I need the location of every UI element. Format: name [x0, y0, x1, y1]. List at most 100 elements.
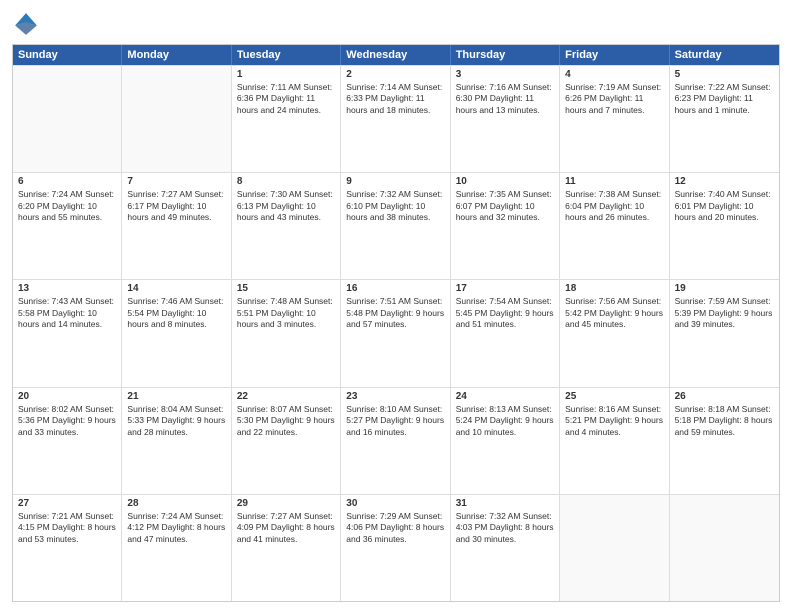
day-number: 9: [346, 176, 444, 187]
day-cell-14: 14 Sunrise: 7:46 AM Sunset: 5:54 PM Dayli…: [122, 280, 231, 386]
calendar-header: SundayMondayTuesdayWednesdayThursdayFrid…: [13, 45, 779, 65]
day-number: 10: [456, 176, 554, 187]
day-cell-6: 6 Sunrise: 7:24 AM Sunset: 6:20 PM Daylig…: [13, 173, 122, 279]
day-number: 3: [456, 69, 554, 80]
day-number: 15: [237, 283, 335, 294]
header-day-wednesday: Wednesday: [341, 45, 450, 65]
cell-info: Sunrise: 7:48 AM Sunset: 5:51 PM Dayligh…: [237, 296, 335, 330]
header-day-friday: Friday: [560, 45, 669, 65]
day-cell-16: 16 Sunrise: 7:51 AM Sunset: 5:48 PM Dayli…: [341, 280, 450, 386]
day-number: 6: [18, 176, 116, 187]
day-cell-25: 25 Sunrise: 8:16 AM Sunset: 5:21 PM Dayli…: [560, 388, 669, 494]
day-cell-8: 8 Sunrise: 7:30 AM Sunset: 6:13 PM Daylig…: [232, 173, 341, 279]
day-number: 28: [127, 498, 225, 509]
header-day-saturday: Saturday: [670, 45, 779, 65]
day-number: 17: [456, 283, 554, 294]
day-cell-31: 31 Sunrise: 7:32 AM Sunset: 4:03 PM Dayli…: [451, 495, 560, 601]
header: [12, 10, 780, 38]
day-cell-24: 24 Sunrise: 8:13 AM Sunset: 5:24 PM Dayli…: [451, 388, 560, 494]
cell-info: Sunrise: 7:27 AM Sunset: 4:09 PM Dayligh…: [237, 511, 335, 545]
week-row-3: 20 Sunrise: 8:02 AM Sunset: 5:36 PM Dayli…: [13, 387, 779, 494]
day-cell-2: 2Sunrise: 7:14 AM Sunset: 6:33 PM Daylig…: [341, 66, 450, 172]
day-cell-18: 18 Sunrise: 7:56 AM Sunset: 5:42 PM Dayli…: [560, 280, 669, 386]
cell-info: Sunrise: 7:19 AM Sunset: 6:26 PM Dayligh…: [565, 82, 663, 116]
logo: [12, 10, 44, 38]
day-number: 7: [127, 176, 225, 187]
header-day-sunday: Sunday: [13, 45, 122, 65]
empty-cell: [13, 66, 122, 172]
cell-info: Sunrise: 7:54 AM Sunset: 5:45 PM Dayligh…: [456, 296, 554, 330]
day-cell-28: 28 Sunrise: 7:24 AM Sunset: 4:12 PM Dayli…: [122, 495, 231, 601]
cell-info: Sunrise: 7:32 AM Sunset: 6:10 PM Dayligh…: [346, 189, 444, 223]
cell-info: Sunrise: 7:38 AM Sunset: 6:04 PM Dayligh…: [565, 189, 663, 223]
day-cell-3: 3 Sunrise: 7:16 AM Sunset: 6:30 PM Daylig…: [451, 66, 560, 172]
day-number: 14: [127, 283, 225, 294]
cell-info: Sunrise: 7:14 AM Sunset: 6:33 PM Dayligh…: [346, 82, 444, 116]
cell-info: Sunrise: 7:24 AM Sunset: 4:12 PM Dayligh…: [127, 511, 225, 545]
empty-cell: [670, 495, 779, 601]
day-number: 12: [675, 176, 774, 187]
week-row-4: 27Sunrise: 7:21 AM Sunset: 4:15 PM Dayli…: [13, 494, 779, 601]
cell-info: Sunrise: 7:22 AM Sunset: 6:23 PM Dayligh…: [675, 82, 774, 116]
cell-info: Sunrise: 8:16 AM Sunset: 5:21 PM Dayligh…: [565, 404, 663, 438]
cell-info: Sunrise: 7:51 AM Sunset: 5:48 PM Dayligh…: [346, 296, 444, 330]
cell-info: Sunrise: 7:56 AM Sunset: 5:42 PM Dayligh…: [565, 296, 663, 330]
empty-cell: [122, 66, 231, 172]
day-number: 18: [565, 283, 663, 294]
day-cell-23: 23 Sunrise: 8:10 AM Sunset: 5:27 PM Dayli…: [341, 388, 450, 494]
empty-cell: [560, 495, 669, 601]
day-number: 31: [456, 498, 554, 509]
cell-info: Sunrise: 7:40 AM Sunset: 6:01 PM Dayligh…: [675, 189, 774, 223]
day-number: 22: [237, 391, 335, 402]
day-cell-13: 13 Sunrise: 7:43 AM Sunset: 5:58 PM Dayli…: [13, 280, 122, 386]
cell-info: Sunrise: 8:13 AM Sunset: 5:24 PM Dayligh…: [456, 404, 554, 438]
cell-info: Sunrise: 8:18 AM Sunset: 5:18 PM Dayligh…: [675, 404, 774, 438]
cell-info: Sunrise: 7:46 AM Sunset: 5:54 PM Dayligh…: [127, 296, 225, 330]
day-cell-17: 17 Sunrise: 7:54 AM Sunset: 5:45 PM Dayli…: [451, 280, 560, 386]
day-cell-9: 9 Sunrise: 7:32 AM Sunset: 6:10 PM Daylig…: [341, 173, 450, 279]
day-number: 4: [565, 69, 663, 80]
day-cell-30: 30 Sunrise: 7:29 AM Sunset: 4:06 PM Dayli…: [341, 495, 450, 601]
cell-info: Sunrise: 7:16 AM Sunset: 6:30 PM Dayligh…: [456, 82, 554, 116]
day-number: 29: [237, 498, 335, 509]
day-number: 21: [127, 391, 225, 402]
week-row-2: 13 Sunrise: 7:43 AM Sunset: 5:58 PM Dayli…: [13, 279, 779, 386]
day-number: 30: [346, 498, 444, 509]
day-number: 20: [18, 391, 116, 402]
cell-info: Sunrise: 8:04 AM Sunset: 5:33 PM Dayligh…: [127, 404, 225, 438]
cell-info: Sunrise: 8:02 AM Sunset: 5:36 PM Dayligh…: [18, 404, 116, 438]
cell-info: Sunrise: 7:24 AM Sunset: 6:20 PM Dayligh…: [18, 189, 116, 223]
day-number: 26: [675, 391, 774, 402]
day-cell-20: 20 Sunrise: 8:02 AM Sunset: 5:36 PM Dayli…: [13, 388, 122, 494]
cell-info: Sunrise: 8:10 AM Sunset: 5:27 PM Dayligh…: [346, 404, 444, 438]
header-day-thursday: Thursday: [451, 45, 560, 65]
header-day-tuesday: Tuesday: [232, 45, 341, 65]
day-cell-19: 19Sunrise: 7:59 AM Sunset: 5:39 PM Dayli…: [670, 280, 779, 386]
day-number: 1: [237, 69, 335, 80]
day-cell-12: 12 Sunrise: 7:40 AM Sunset: 6:01 PM Dayli…: [670, 173, 779, 279]
cell-info: Sunrise: 7:30 AM Sunset: 6:13 PM Dayligh…: [237, 189, 335, 223]
day-cell-10: 10 Sunrise: 7:35 AM Sunset: 6:07 PM Dayli…: [451, 173, 560, 279]
day-cell-1: 1Sunrise: 7:11 AM Sunset: 6:36 PM Daylig…: [232, 66, 341, 172]
day-number: 5: [675, 69, 774, 80]
day-cell-4: 4 Sunrise: 7:19 AM Sunset: 6:26 PM Daylig…: [560, 66, 669, 172]
cell-info: Sunrise: 7:32 AM Sunset: 4:03 PM Dayligh…: [456, 511, 554, 545]
day-cell-7: 7Sunrise: 7:27 AM Sunset: 6:17 PM Daylig…: [122, 173, 231, 279]
week-row-0: 1Sunrise: 7:11 AM Sunset: 6:36 PM Daylig…: [13, 65, 779, 172]
day-cell-26: 26 Sunrise: 8:18 AM Sunset: 5:18 PM Dayli…: [670, 388, 779, 494]
cell-info: Sunrise: 7:43 AM Sunset: 5:58 PM Dayligh…: [18, 296, 116, 330]
cell-info: Sunrise: 7:35 AM Sunset: 6:07 PM Dayligh…: [456, 189, 554, 223]
calendar: SundayMondayTuesdayWednesdayThursdayFrid…: [12, 44, 780, 602]
day-number: 24: [456, 391, 554, 402]
day-cell-11: 11Sunrise: 7:38 AM Sunset: 6:04 PM Dayli…: [560, 173, 669, 279]
header-day-monday: Monday: [122, 45, 231, 65]
day-number: 8: [237, 176, 335, 187]
logo-icon: [12, 10, 40, 38]
cell-info: Sunrise: 7:29 AM Sunset: 4:06 PM Dayligh…: [346, 511, 444, 545]
day-cell-22: 22 Sunrise: 8:07 AM Sunset: 5:30 PM Dayli…: [232, 388, 341, 494]
day-number: 13: [18, 283, 116, 294]
day-number: 23: [346, 391, 444, 402]
cell-info: Sunrise: 8:07 AM Sunset: 5:30 PM Dayligh…: [237, 404, 335, 438]
day-number: 25: [565, 391, 663, 402]
day-number: 16: [346, 283, 444, 294]
